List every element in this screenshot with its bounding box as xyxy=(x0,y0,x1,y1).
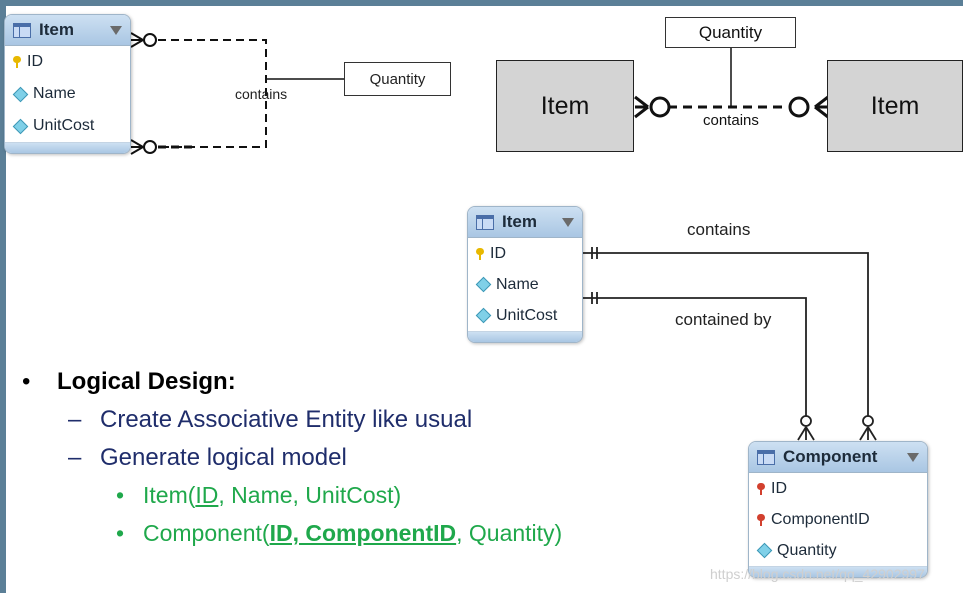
entity-label: Item xyxy=(870,91,920,120)
sub-bullet: Create Associative Entity like usual xyxy=(100,406,473,433)
attribute-diamond-icon xyxy=(756,542,773,559)
bullet-marker: • xyxy=(116,482,125,508)
bullet-heading: Logical Design: xyxy=(57,368,236,395)
field-name: Name xyxy=(496,275,539,293)
item-schema-line: Item(ID, Name, UnitCost) xyxy=(143,482,401,509)
schema-prefix: Item( xyxy=(143,482,196,508)
table-icon xyxy=(757,449,775,465)
collapse-arrow-icon[interactable] xyxy=(907,452,919,462)
primary-key-icon xyxy=(13,56,21,68)
table-header: Item xyxy=(5,15,130,46)
watermark: https://blog.csdn.net/qq_42902997 xyxy=(710,566,925,582)
field-name: Quantity xyxy=(777,541,837,559)
collapse-arrow-icon[interactable] xyxy=(562,217,574,227)
schema-key: ID, ComponentID xyxy=(269,520,457,546)
table-footer xyxy=(468,331,582,342)
table-icon xyxy=(13,22,31,38)
field-name: UnitCost xyxy=(496,306,558,324)
schema-key: ID xyxy=(195,482,219,508)
schema-rest: , Quantity) xyxy=(456,520,563,546)
bullet-marker: • xyxy=(116,520,125,546)
table-header: Component xyxy=(749,442,927,473)
table-title: Component xyxy=(783,447,878,466)
associative-attribute-box: Quantity xyxy=(344,62,451,96)
component-table[interactable]: Component ID ComponentID Quantity xyxy=(748,441,928,578)
collapse-arrow-icon[interactable] xyxy=(110,25,122,35)
field-name: ID xyxy=(490,244,506,262)
middle-connectors xyxy=(582,247,877,441)
middle-item-table[interactable]: Item ID Name UnitCost xyxy=(467,206,583,343)
field-name: Name xyxy=(33,85,76,102)
attribute-diamond-icon xyxy=(12,118,29,134)
foreign-key-icon xyxy=(757,513,765,526)
relationship-label-contains: contains xyxy=(687,220,751,239)
entity-label: Item xyxy=(540,91,590,120)
field-name: ComponentID xyxy=(771,510,870,528)
box-label: Quantity xyxy=(369,70,426,88)
field-name: ID xyxy=(27,53,43,70)
box-label: Quantity xyxy=(698,22,763,42)
table-icon xyxy=(476,214,494,230)
table-row: ID xyxy=(468,238,582,269)
schema-prefix: Component( xyxy=(143,520,270,546)
table-row: Quantity xyxy=(749,535,927,566)
relationship-label-contained-by: contained by xyxy=(675,310,772,329)
table-row: ID xyxy=(5,46,130,78)
table-header: Item xyxy=(468,207,582,238)
table-footer xyxy=(5,142,130,153)
primary-key-icon xyxy=(476,247,484,260)
dash-marker: – xyxy=(68,444,82,471)
entity-item-left[interactable]: Item xyxy=(496,60,634,152)
table-row: Name xyxy=(468,269,582,300)
component-schema-line: Component(ID, ComponentID, Quantity) xyxy=(143,520,562,547)
relationship-label: contains xyxy=(701,112,761,129)
table-row: UnitCost xyxy=(5,110,130,142)
attribute-diamond-icon xyxy=(475,307,492,324)
associative-attribute-box: Quantity xyxy=(665,17,796,48)
attribute-diamond-icon xyxy=(475,276,492,293)
attribute-diamond-icon xyxy=(12,86,29,102)
field-name: ID xyxy=(771,479,787,497)
table-row: ComponentID xyxy=(749,504,927,535)
dash-marker: – xyxy=(68,406,82,433)
field-name: UnitCost xyxy=(33,117,95,134)
schema-rest: , Name, UnitCost) xyxy=(218,482,402,508)
relationship-label: contains xyxy=(235,86,288,102)
bullet-marker: • xyxy=(22,368,31,395)
table-title: Item xyxy=(502,212,537,231)
entity-item-right[interactable]: Item xyxy=(827,60,963,152)
table-title: Item xyxy=(39,20,74,39)
table-row: UnitCost xyxy=(468,300,582,331)
top-left-item-table[interactable]: Item ID Name UnitCost xyxy=(4,14,131,154)
top-right-connectors xyxy=(634,47,829,119)
sub-bullet: Generate logical model xyxy=(100,444,347,471)
table-row: Name xyxy=(5,78,130,110)
foreign-key-icon xyxy=(757,482,765,495)
table-row: ID xyxy=(749,473,927,504)
